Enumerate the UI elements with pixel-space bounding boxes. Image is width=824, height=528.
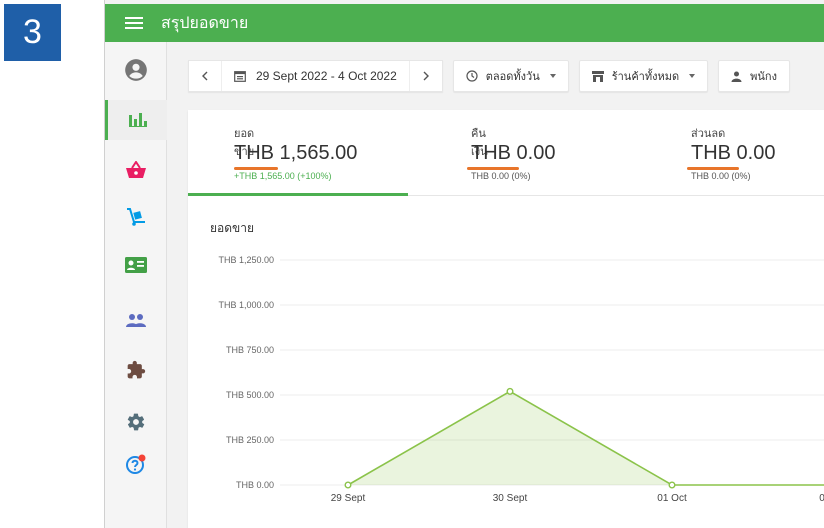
- sidebar-item-employees[interactable]: [105, 245, 167, 285]
- caret-down-icon: [689, 74, 696, 78]
- menu-icon[interactable]: [125, 17, 143, 29]
- filter-bar: 29 Sept 2022 - 4 Oct 2022 ตลอดทั้งวัน ร้…: [168, 42, 824, 110]
- bar-chart-icon: [128, 113, 147, 127]
- active-kpi-indicator: [188, 193, 408, 196]
- series-area: [348, 391, 824, 485]
- data-point: [344, 481, 352, 489]
- account-circle-icon: [125, 59, 147, 81]
- employee-filter-label: พนักง: [750, 70, 777, 83]
- clock-icon: [466, 70, 478, 82]
- highlight-underline: [467, 167, 519, 170]
- date-range-picker: 29 Sept 2022 - 4 Oct 2022: [188, 60, 443, 92]
- top-app-bar: สรุปยอดขาย: [105, 4, 824, 42]
- sales-chart: THB 0.00 THB 250.00 THB 500.00 THB 750.00 TH…: [218, 255, 824, 504]
- kpi-change: +THB 1,565.00 (+100%): [234, 171, 332, 181]
- step-number-badge: 3: [4, 4, 61, 61]
- y-tick-label: THB 500.00: [226, 390, 274, 400]
- next-date-button[interactable]: [410, 61, 442, 91]
- chart-title: ยอดขาย: [210, 221, 255, 235]
- time-filter-dropdown[interactable]: ตลอดทั้งวัน: [452, 60, 569, 92]
- sidebar-item-integrations[interactable]: [105, 350, 167, 390]
- sidebar-item-inventory[interactable]: [105, 197, 167, 237]
- kpi-value: THB 0.00: [691, 142, 776, 164]
- sidebar-item-sales[interactable]: [105, 150, 167, 190]
- hand-truck-icon: [127, 208, 145, 226]
- store-icon: [591, 70, 604, 82]
- sidebar-item-settings[interactable]: [105, 402, 167, 442]
- employee-filter-dropdown[interactable]: พนักง: [718, 60, 790, 92]
- chevron-left-icon: [202, 71, 208, 81]
- calendar-icon: [234, 71, 246, 82]
- sidebar: [105, 42, 167, 528]
- chevron-right-icon: [423, 71, 429, 81]
- sidebar-item-customers[interactable]: [105, 300, 167, 340]
- x-tick-label: 01 Oct: [657, 493, 687, 504]
- x-tick-label: 30 Sept: [493, 493, 528, 504]
- prev-date-button[interactable]: [189, 61, 221, 91]
- caret-down-icon: [549, 74, 556, 78]
- basket-icon: [126, 161, 146, 178]
- people-icon: [126, 314, 146, 327]
- x-tick-label: 02 Oct: [819, 493, 824, 504]
- store-filter-dropdown[interactable]: ร้านค้าทั้งหมด: [578, 60, 709, 92]
- y-tick-label: THB 1,000.00: [218, 300, 274, 310]
- help-icon: [126, 454, 146, 474]
- person-icon: [731, 71, 742, 82]
- date-range-text: 29 Sept 2022 - 4 Oct 2022: [256, 69, 397, 83]
- sidebar-item-account[interactable]: [105, 50, 167, 90]
- kpi-label: ส่วนลด: [691, 127, 726, 140]
- id-card-icon: [125, 257, 147, 273]
- kpi-change: THB 0.00 (0%): [691, 171, 751, 181]
- y-tick-label: THB 250.00: [226, 435, 274, 445]
- sidebar-item-reports[interactable]: [105, 100, 167, 140]
- x-tick-label: 29 Sept: [331, 493, 366, 504]
- sidebar-item-help[interactable]: [105, 444, 167, 484]
- date-range-button[interactable]: 29 Sept 2022 - 4 Oct 2022: [221, 61, 410, 91]
- time-filter-label: ตลอดทั้งวัน: [485, 70, 540, 83]
- kpi-change: THB 0.00 (0%): [471, 171, 531, 181]
- kpi-row: ยอดขาย THB 1,565.00 +THB 1,565.00 (+100%…: [188, 110, 824, 196]
- store-filter-label: ร้านค้าทั้งหมด: [611, 70, 680, 83]
- highlight-underline: [234, 167, 278, 170]
- highlight-underline: [687, 167, 739, 170]
- notification-dot: [138, 454, 146, 462]
- data-point: [506, 387, 514, 395]
- puzzle-icon: [127, 360, 146, 379]
- sales-summary-card: ยอดขาย THB 1,565.00 +THB 1,565.00 (+100%…: [188, 110, 824, 528]
- app-window: สรุปยอดขาย 29 Sept 2022 - 4 Oct 2022 ตลอ…: [104, 0, 824, 528]
- y-tick-label: THB 750.00: [226, 345, 274, 355]
- y-tick-label: THB 1,250.00: [218, 255, 274, 265]
- page-title: สรุปยอดขาย: [161, 12, 249, 32]
- y-tick-label: THB 0.00: [236, 480, 274, 490]
- gear-icon: [127, 413, 145, 431]
- main-content: 29 Sept 2022 - 4 Oct 2022 ตลอดทั้งวัน ร้…: [168, 42, 824, 528]
- kpi-value: THB 1,565.00: [234, 142, 358, 164]
- kpi-value: THB 0.00: [471, 142, 556, 164]
- data-point: [668, 481, 676, 489]
